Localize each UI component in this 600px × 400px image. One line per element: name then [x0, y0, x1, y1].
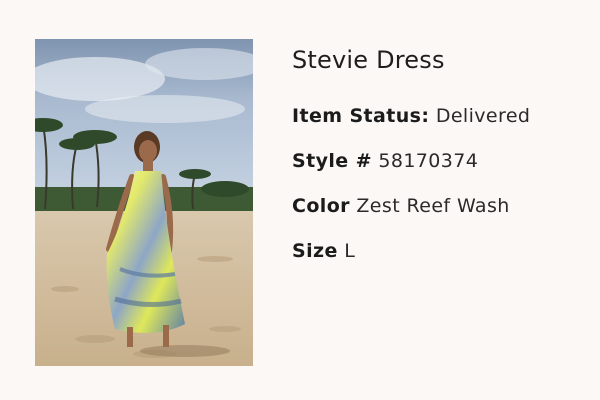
style-number-row: Style # 58170374	[292, 148, 478, 174]
item-status-label: Item Status:	[292, 105, 430, 127]
size-label: Size	[292, 240, 338, 262]
color-label: Color	[292, 195, 350, 217]
color-row: Color Zest Reef Wash	[292, 193, 510, 219]
product-title: Stevie Dress	[292, 46, 445, 74]
item-details: Stevie Dress Item Status: Delivered Styl…	[292, 40, 582, 262]
order-item-card: Stevie Dress Item Status: Delivered Styl…	[0, 0, 600, 400]
style-number-label: Style #	[292, 150, 372, 172]
item-status-value: Delivered	[435, 105, 531, 127]
color-value: Zest Reef Wash	[356, 195, 510, 217]
size-value: L	[344, 240, 356, 262]
item-status-row: Item Status: Delivered	[292, 103, 530, 129]
style-number-value: 58170374	[378, 150, 479, 172]
product-image[interactable]	[35, 39, 253, 366]
size-row: Size L	[292, 238, 355, 264]
